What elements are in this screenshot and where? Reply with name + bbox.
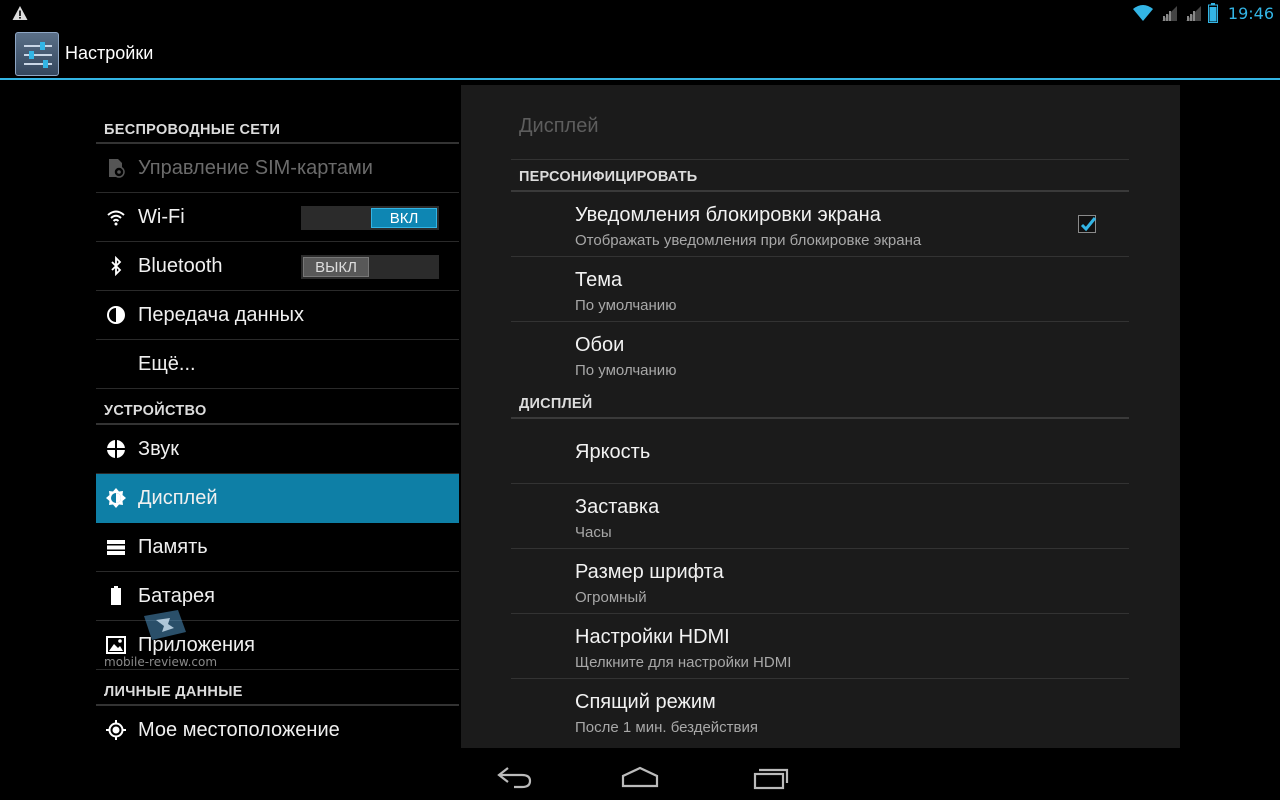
pref-summary: Часы	[575, 524, 612, 541]
page-title: Настройки	[65, 43, 154, 63]
sidebar-section-header: ЛИЧНЫЕ ДАННЫЕ	[96, 670, 459, 706]
pref-title: Обои	[575, 334, 625, 356]
signal-icon	[1185, 6, 1201, 21]
sidebar-item-label: Звук	[138, 438, 180, 460]
status-icons: 19:46	[1132, 0, 1274, 26]
pref-hdmi[interactable]: Настройки HDMI Щелкните для настройки HD…	[511, 614, 1129, 679]
pref-summary: Отображать уведомления при блокировке эк…	[575, 232, 922, 249]
navigation-bar	[0, 752, 1280, 800]
back-icon[interactable]	[494, 764, 534, 790]
status-bar: 19:46	[0, 0, 1280, 26]
pref-title: Спящий режим	[575, 691, 716, 713]
sidebar-item-label: Память	[138, 536, 208, 558]
sidebar-item-location[interactable]: Мое местоположение	[96, 706, 459, 755]
sidebar-item-sim: Управление SIM-картами	[96, 144, 459, 193]
pref-font-size[interactable]: Размер шрифта Огромный	[511, 549, 1129, 614]
recents-icon[interactable]	[752, 764, 792, 790]
pref-lockscreen-notifications[interactable]: Уведомления блокировки экрана Отображать…	[511, 192, 1129, 257]
checkmark-icon	[1080, 217, 1097, 232]
sidebar-item-label: Ещё...	[138, 353, 196, 375]
battery-icon	[111, 586, 121, 605]
preference-list: ПЕРСОНИФИЦИРОВАТЬ Уведомления блокировки…	[511, 160, 1129, 744]
signal-icon	[1161, 6, 1177, 21]
preference-category: ПЕРСОНИФИЦИРОВАТЬ	[511, 160, 1129, 192]
sidebar-item-display[interactable]: Дисплей	[96, 474, 459, 523]
pref-title: Тема	[575, 269, 623, 291]
pref-title: Уведомления блокировки экрана	[575, 204, 881, 226]
pref-title: Яркость	[575, 441, 651, 463]
data-usage-icon	[107, 306, 125, 324]
toggle-label: ВЫКЛ	[303, 257, 369, 277]
pref-screensaver[interactable]: Заставка Часы	[511, 484, 1129, 549]
toggle-label: ВКЛ	[371, 208, 437, 228]
sidebar-item-label: Мое местоположение	[138, 719, 340, 741]
pref-summary: По умолчанию	[575, 362, 677, 379]
pref-title: Настройки HDMI	[575, 626, 730, 648]
pref-summary: После 1 мин. бездействия	[575, 719, 759, 736]
pref-wallpaper[interactable]: Обои По умолчанию	[511, 322, 1129, 387]
pref-sleep[interactable]: Спящий режим После 1 мин. бездействия	[511, 679, 1129, 744]
home-icon[interactable]	[620, 764, 660, 790]
pref-title: Размер шрифта	[575, 561, 724, 583]
sidebar-item-label: Bluetooth	[138, 255, 223, 277]
pref-summary: Огромный	[575, 589, 647, 606]
sidebar-item-more[interactable]: Ещё...	[96, 340, 459, 389]
settings-sliders-icon[interactable]	[15, 32, 59, 76]
sidebar-item-storage[interactable]: Память	[96, 523, 459, 572]
display-icon	[106, 488, 126, 508]
watermark-logo-icon	[144, 610, 186, 640]
sidebar-item-bluetooth[interactable]: Bluetooth ВЫКЛ	[96, 242, 459, 291]
storage-icon	[107, 540, 125, 555]
sidebar-item-label: Передача данных	[138, 304, 305, 326]
sim-icon	[109, 159, 125, 178]
pref-title: Заставка	[575, 496, 660, 518]
watermark: mobile-review.com	[104, 655, 218, 669]
lockscreen-notifications-checkbox[interactable]	[1078, 215, 1097, 233]
pref-summary: Щелкните для настройки HDMI	[575, 654, 792, 671]
wifi-icon	[107, 210, 125, 226]
preference-category: ДИСПЛЕЙ	[511, 387, 1129, 419]
sidebar-section-header: УСТРОЙСТВО	[96, 389, 459, 425]
apps-icon	[106, 636, 126, 654]
pref-theme[interactable]: Тема По умолчанию	[511, 257, 1129, 322]
sound-icon	[107, 440, 125, 458]
sidebar-item-label: Батарея	[138, 585, 215, 607]
bluetooth-icon	[111, 256, 122, 276]
pref-brightness[interactable]: Яркость	[511, 419, 1129, 484]
wifi-icon	[1132, 5, 1153, 21]
sidebar-item-label: Дисплей	[138, 487, 218, 509]
battery-icon	[1207, 3, 1218, 23]
action-bar: Настройки	[0, 26, 1280, 80]
sidebar-item-wifi[interactable]: Wi-Fi ВКЛ	[96, 193, 459, 242]
pref-summary: По умолчанию	[575, 297, 677, 314]
warning-icon	[12, 6, 28, 20]
pane-title: Дисплей	[519, 115, 599, 137]
sidebar-item-label: Wi-Fi	[138, 206, 185, 228]
sidebar-item-label: Управление SIM-картами	[138, 157, 373, 179]
bluetooth-toggle[interactable]: ВЫКЛ	[301, 255, 439, 279]
status-time: 19:46	[1227, 3, 1274, 23]
display-settings-pane: Дисплей ПЕРСОНИФИЦИРОВАТЬ Уведомления бл…	[461, 85, 1180, 748]
wifi-toggle[interactable]: ВКЛ	[301, 206, 439, 230]
sidebar-section-header: БЕСПРОВОДНЫЕ СЕТИ	[96, 108, 459, 144]
location-icon	[106, 720, 126, 740]
sidebar-item-data-usage[interactable]: Передача данных	[96, 291, 459, 340]
sidebar-item-sound[interactable]: Звук	[96, 425, 459, 474]
